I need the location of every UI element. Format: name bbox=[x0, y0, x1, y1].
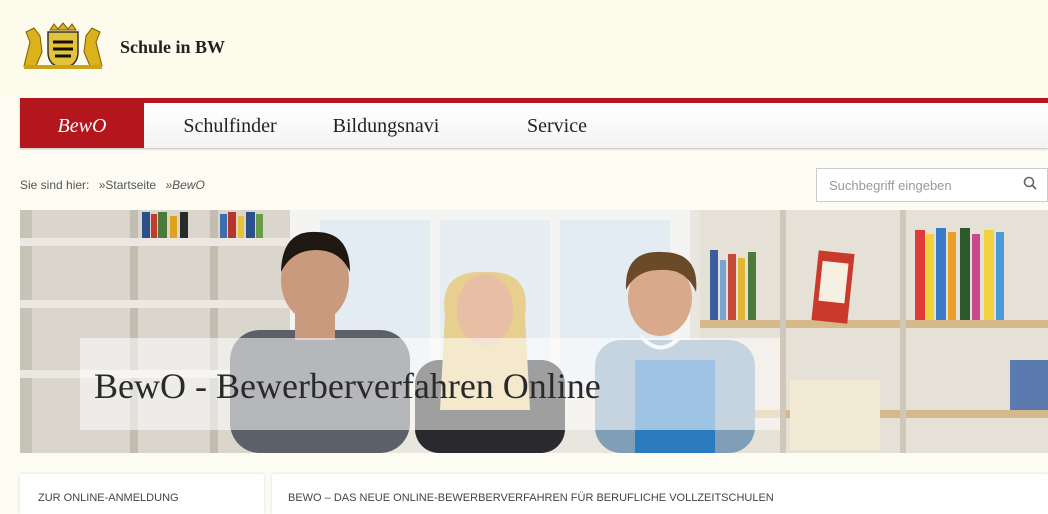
search-input[interactable] bbox=[817, 169, 1017, 201]
nav-item-bewo[interactable]: BewO bbox=[20, 103, 144, 148]
nav-item-schulfinder[interactable]: Schulfinder bbox=[160, 103, 300, 148]
breadcrumb: Sie sind hier: »Startseite »BewO bbox=[20, 178, 205, 192]
breadcrumb-link-startseite[interactable]: »Startseite bbox=[99, 178, 156, 192]
nav-item-service[interactable]: Service bbox=[502, 103, 612, 148]
breadcrumb-prefix: Sie sind hier: bbox=[20, 178, 90, 192]
coat-of-arms-icon[interactable] bbox=[20, 22, 106, 70]
sidebar-heading[interactable]: ZUR ONLINE-ANMELDUNG bbox=[38, 492, 179, 504]
site-title[interactable]: Schule in BW bbox=[120, 37, 225, 58]
sidebar-box: ZUR ONLINE-ANMELDUNG bbox=[20, 474, 264, 514]
site-header: Schule in BW bbox=[0, 0, 1048, 96]
search-icon bbox=[1023, 176, 1037, 195]
main-navigation: BewO Schulfinder Bildungsnavi Service bbox=[20, 98, 1048, 148]
main-content-box: BEWO – DAS NEUE ONLINE-BEWERBERVERFAHREN… bbox=[272, 474, 1048, 514]
search-box bbox=[816, 168, 1048, 202]
main-heading: BEWO – DAS NEUE ONLINE-BEWERBERVERFAHREN… bbox=[288, 492, 774, 504]
hero-title: BewO - Bewerberverfahren Online bbox=[94, 366, 601, 406]
nav-item-bildungsnavi[interactable]: Bildungsnavi bbox=[306, 103, 466, 148]
hero-banner: BewO - Bewerberverfahren Online bbox=[20, 210, 1048, 453]
breadcrumb-current: »BewO bbox=[165, 178, 205, 192]
search-button[interactable] bbox=[1013, 169, 1047, 201]
